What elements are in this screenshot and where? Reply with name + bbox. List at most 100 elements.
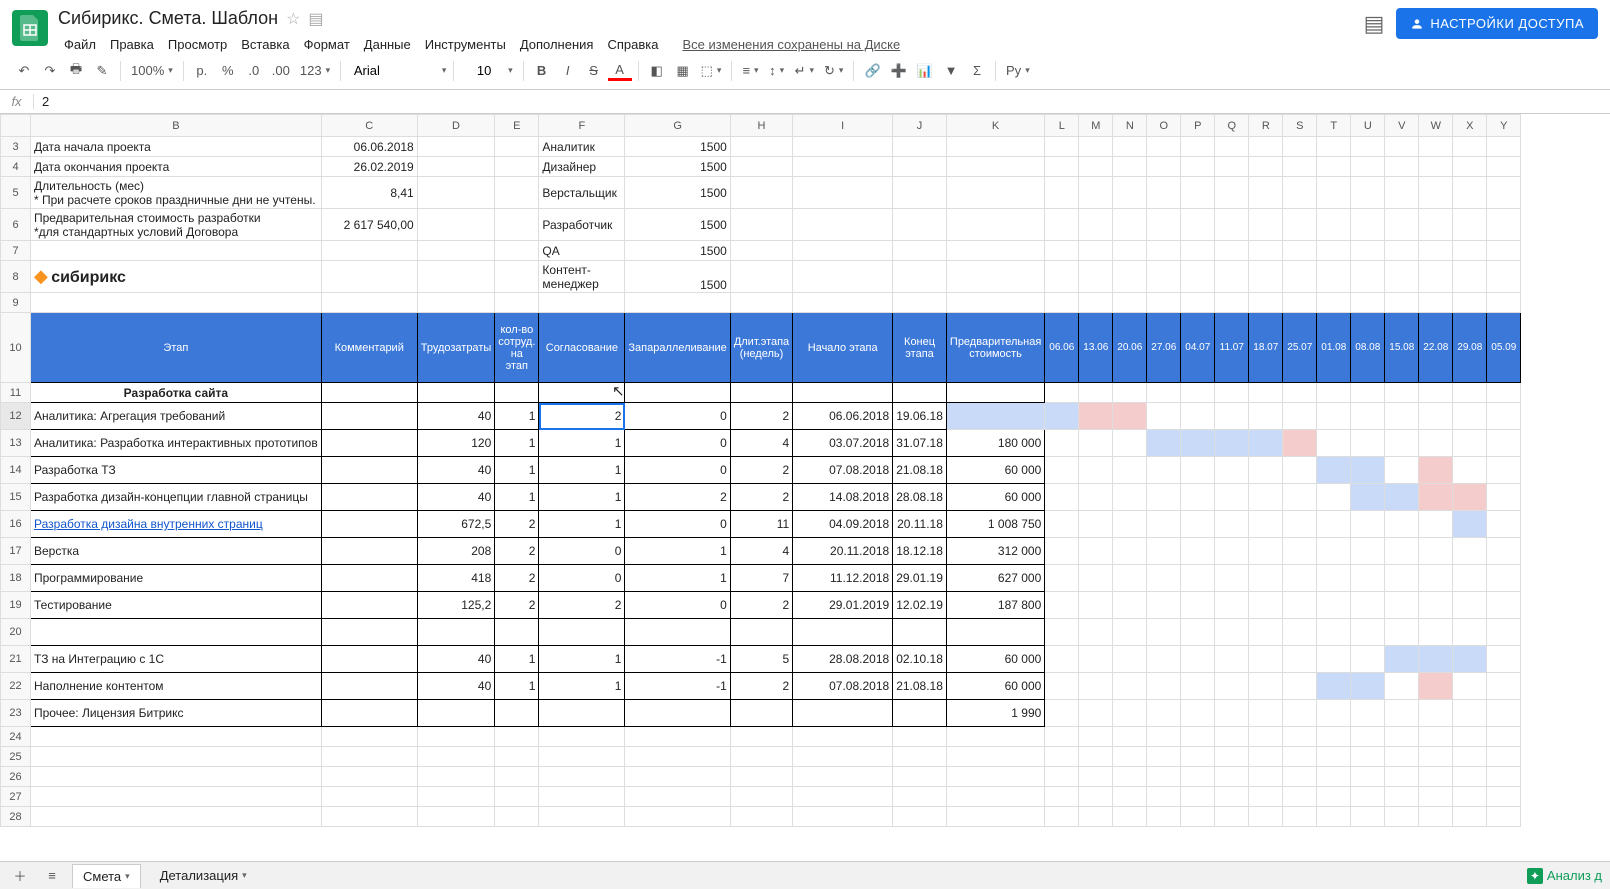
add-sheet-icon[interactable]: ＋ xyxy=(8,863,32,889)
col-header[interactable]: N xyxy=(1113,115,1147,137)
row-header[interactable]: 18 xyxy=(1,565,31,592)
paint-format-icon[interactable]: ✎ xyxy=(90,58,114,84)
row-header[interactable]: 27 xyxy=(1,787,31,807)
tab-active[interactable]: Смета▾ xyxy=(72,864,141,888)
col-header[interactable]: X xyxy=(1453,115,1487,137)
row-header[interactable]: 5 xyxy=(1,177,31,209)
row-header[interactable]: 19 xyxy=(1,592,31,619)
col-header[interactable]: Q xyxy=(1215,115,1249,137)
menu-tools[interactable]: Инструменты xyxy=(419,33,512,56)
input-lang[interactable]: Ру xyxy=(1002,58,1034,84)
sheets-logo[interactable] xyxy=(12,10,48,46)
col-header[interactable]: O xyxy=(1147,115,1181,137)
textcolor-icon[interactable]: A xyxy=(608,61,632,81)
col-header[interactable]: D xyxy=(417,115,495,137)
link-icon[interactable]: 🔗 xyxy=(860,58,884,84)
menu-help[interactable]: Справка xyxy=(601,33,664,56)
comment-icon[interactable]: ➕ xyxy=(887,58,911,84)
menu-edit[interactable]: Правка xyxy=(104,33,160,56)
share-button[interactable]: НАСТРОЙКИ ДОСТУПА xyxy=(1396,8,1598,39)
col-header[interactable]: J xyxy=(893,115,947,137)
currency-icon[interactable]: р. xyxy=(190,58,214,84)
fillcolor-icon[interactable]: ◧ xyxy=(645,58,669,84)
row-header[interactable]: 14 xyxy=(1,457,31,484)
row-header[interactable]: 20 xyxy=(1,619,31,646)
row-header[interactable]: 21 xyxy=(1,646,31,673)
col-header[interactable]: H xyxy=(730,115,792,137)
bold-icon[interactable]: B xyxy=(530,58,554,84)
row-header[interactable]: 12 xyxy=(1,403,31,430)
row-header[interactable]: 24 xyxy=(1,727,31,747)
star-icon[interactable]: ☆ xyxy=(286,9,300,29)
col-header[interactable]: I xyxy=(793,115,893,137)
col-header[interactable]: F xyxy=(539,115,625,137)
menu-addons[interactable]: Дополнения xyxy=(514,33,600,56)
spreadsheet-grid[interactable]: BCDEFGHIJKLMNOPQRSTUVWXY3Дата начала про… xyxy=(0,114,1610,861)
col-header[interactable]: E xyxy=(495,115,539,137)
col-header[interactable]: L xyxy=(1045,115,1079,137)
save-status[interactable]: Все изменения сохранены на Диске xyxy=(676,33,906,56)
strike-icon[interactable]: S xyxy=(582,58,606,84)
row-header[interactable]: 13 xyxy=(1,430,31,457)
fx-input[interactable]: 2 xyxy=(34,94,49,109)
italic-icon[interactable]: I xyxy=(556,58,580,84)
col-header[interactable]: B xyxy=(31,115,322,137)
col-header[interactable]: V xyxy=(1385,115,1419,137)
menu-view[interactable]: Просмотр xyxy=(162,33,233,56)
col-header[interactable]: R xyxy=(1249,115,1283,137)
all-sheets-icon[interactable]: ≡ xyxy=(40,863,64,889)
col-header[interactable]: C xyxy=(321,115,417,137)
row-header[interactable]: 4 xyxy=(1,157,31,177)
font-select[interactable] xyxy=(347,58,447,84)
row-header[interactable]: 11 xyxy=(1,383,31,403)
row-header[interactable]: 23 xyxy=(1,700,31,727)
valign-icon[interactable]: ↕ xyxy=(765,58,789,84)
col-header[interactable]: W xyxy=(1419,115,1453,137)
rotate-icon[interactable]: ↻ xyxy=(820,58,847,84)
row-header[interactable]: 9 xyxy=(1,293,31,313)
menu-format[interactable]: Формат xyxy=(298,33,356,56)
zoom-select[interactable]: 100% xyxy=(127,58,177,84)
halign-icon[interactable]: ≡ xyxy=(738,58,762,84)
row-header[interactable]: 3 xyxy=(1,137,31,157)
percent-icon[interactable]: % xyxy=(216,58,240,84)
wrap-icon[interactable]: ↵ xyxy=(791,58,818,84)
redo-icon[interactable]: ↷ xyxy=(38,58,62,84)
print-icon[interactable]: 🖶 xyxy=(64,58,88,84)
row-header[interactable]: 28 xyxy=(1,807,31,827)
comments-icon[interactable]: ▤ xyxy=(1364,11,1385,37)
col-header[interactable]: M xyxy=(1079,115,1113,137)
menu-data[interactable]: Данные xyxy=(358,33,417,56)
col-header[interactable]: P xyxy=(1181,115,1215,137)
undo-icon[interactable]: ↶ xyxy=(12,58,36,84)
menu-insert[interactable]: Вставка xyxy=(235,33,295,56)
dec-dec-icon[interactable]: .0 xyxy=(242,58,266,84)
row-header[interactable]: 22 xyxy=(1,673,31,700)
numfmt-select[interactable]: 123 xyxy=(296,58,334,84)
col-header[interactable]: K xyxy=(946,115,1044,137)
functions-icon[interactable]: Σ xyxy=(965,58,989,84)
chart-icon[interactable]: 📊 xyxy=(913,58,937,84)
row-header[interactable]: 16 xyxy=(1,511,31,538)
filter-icon[interactable]: ▼ xyxy=(939,58,963,84)
row-header[interactable]: 26 xyxy=(1,767,31,787)
col-header[interactable]: T xyxy=(1317,115,1351,137)
tab-other[interactable]: Детализация▾ xyxy=(149,863,258,888)
move-icon[interactable]: ▤ xyxy=(308,9,323,29)
inc-dec-icon[interactable]: .00 xyxy=(268,58,294,84)
row-header[interactable]: 17 xyxy=(1,538,31,565)
merge-icon[interactable]: ⬚ xyxy=(697,58,726,84)
row-header[interactable]: 7 xyxy=(1,241,31,261)
explore-button[interactable]: ✦Анализ д xyxy=(1527,868,1602,884)
doc-title[interactable]: Сибирикс. Смета. Шаблон xyxy=(58,8,278,29)
row-header[interactable]: 8 xyxy=(1,261,31,293)
col-header[interactable]: U xyxy=(1351,115,1385,137)
row-header[interactable]: 15 xyxy=(1,484,31,511)
row-header[interactable]: 25 xyxy=(1,747,31,767)
col-header[interactable]: Y xyxy=(1487,115,1521,137)
fontsize-select[interactable] xyxy=(460,58,517,84)
menu-file[interactable]: Файл xyxy=(58,33,102,56)
col-header[interactable]: S xyxy=(1283,115,1317,137)
borders-icon[interactable]: ▦ xyxy=(671,58,695,84)
col-header[interactable]: G xyxy=(625,115,730,137)
